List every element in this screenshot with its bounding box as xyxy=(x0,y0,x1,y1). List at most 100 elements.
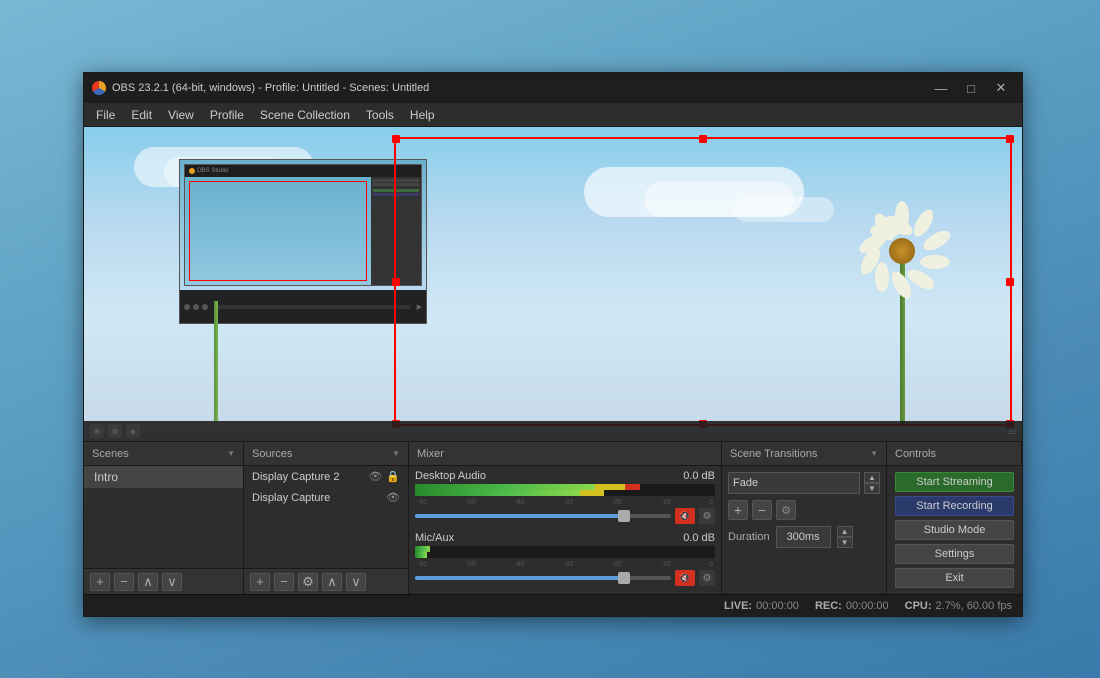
source-lock-icon-1[interactable]: 🔒 xyxy=(386,470,400,483)
mixer-mic-slider[interactable] xyxy=(415,576,671,580)
mixer-desktop-name: Desktop Audio xyxy=(415,470,486,482)
sources-label: Sources xyxy=(252,448,292,460)
mixer-desktop-settings-button[interactable]: ⚙ xyxy=(699,508,715,524)
settings-button[interactable]: Settings xyxy=(895,544,1014,564)
small-preview-window: OBS Studio xyxy=(179,159,427,324)
scenes-up-button[interactable]: ∧ xyxy=(138,573,158,591)
window-title: OBS 23.2.1 (64-bit, windows) - Profile: … xyxy=(112,82,928,94)
menu-scene-collection[interactable]: Scene Collection xyxy=(252,106,358,124)
sources-add-button[interactable]: + xyxy=(250,573,270,591)
title-bar: OBS 23.2.1 (64-bit, windows) - Profile: … xyxy=(84,73,1022,103)
minimize-button[interactable]: — xyxy=(928,78,954,98)
exit-button[interactable]: Exit xyxy=(895,568,1014,588)
start-streaming-button[interactable]: Start Streaming xyxy=(895,472,1014,492)
preview-tool-3[interactable]: ◈ xyxy=(126,424,140,438)
duration-spin-up[interactable]: ▲ xyxy=(837,526,853,537)
preview-size-indicator: ⚏ xyxy=(1009,427,1016,436)
menu-file[interactable]: File xyxy=(88,106,123,124)
mixer-mic-slider-thumb[interactable] xyxy=(618,572,630,584)
source-name-2: Display Capture xyxy=(252,492,330,504)
transition-add-button[interactable]: + xyxy=(728,500,748,520)
source-item-display-capture[interactable]: Display Capture 👁 xyxy=(244,487,408,508)
transitions-panel-header: Scene Transitions ▼ xyxy=(722,442,887,465)
mixer-channel-mic: Mic/Aux 0.0 dB -60-50-40 -30-20-10 0 xyxy=(415,532,715,590)
mixer-desktop-mute-button[interactable]: 🔇 xyxy=(675,508,695,524)
menu-view[interactable]: View xyxy=(160,106,202,124)
mixer-panel-header: Mixer xyxy=(409,442,722,465)
mixer-mic-controls: 🔇 ⚙ xyxy=(415,570,715,586)
studio-mode-button[interactable]: Studio Mode xyxy=(895,520,1014,540)
scenes-panel: Intro + − ∧ ∨ xyxy=(84,466,244,594)
sources-remove-button[interactable]: − xyxy=(274,573,294,591)
source-name-1: Display Capture 2 xyxy=(252,471,339,483)
transition-spin-down[interactable]: ▼ xyxy=(864,483,880,494)
mixer-mic-meter-green-bottom xyxy=(415,552,427,558)
live-label: LIVE: xyxy=(724,600,752,612)
scenes-remove-button[interactable]: − xyxy=(114,573,134,591)
transition-settings-button[interactable]: ⚙ xyxy=(776,500,796,520)
source-item-display-capture-2[interactable]: Display Capture 2 👁 🔒 xyxy=(244,466,408,487)
duration-input[interactable] xyxy=(776,526,831,548)
transition-spin-up[interactable]: ▲ xyxy=(864,472,880,483)
mixer-channel-mic-header: Mic/Aux 0.0 dB xyxy=(415,532,715,544)
sources-toolbar: + − ⚙ ∧ ∨ xyxy=(244,568,408,594)
close-button[interactable]: ✕ xyxy=(988,78,1014,98)
mixer-desktop-slider-fill xyxy=(415,514,620,518)
window-controls: — □ ✕ xyxy=(928,78,1014,98)
scenes-panel-header: Scenes ▼ xyxy=(84,442,244,465)
mixer-mic-meters xyxy=(415,546,715,558)
duration-spin-down[interactable]: ▼ xyxy=(837,537,853,548)
duration-row: Duration ▲ ▼ xyxy=(728,526,880,548)
transition-remove-button[interactable]: − xyxy=(752,500,772,520)
preview-tool-1[interactable]: ⊕ xyxy=(90,424,104,438)
controls-panel-header: Controls xyxy=(887,442,1022,465)
transitions-panel: Fade Cut Swipe Slide Stinger ▲ ▼ + − ⚙ xyxy=(722,466,887,594)
mixer-mic-settings-button[interactable]: ⚙ xyxy=(699,570,715,586)
scenes-down-button[interactable]: ∨ xyxy=(162,573,182,591)
rec-label: REC: xyxy=(815,600,842,612)
preview-toolbar: ⊕ ⊗ ◈ ⚏ xyxy=(84,421,1022,441)
menu-edit[interactable]: Edit xyxy=(123,106,160,124)
scene-item-intro[interactable]: Intro xyxy=(84,466,243,488)
transition-select[interactable]: Fade Cut Swipe Slide Stinger xyxy=(728,472,860,494)
mixer-mic-db: 0.0 dB xyxy=(683,532,715,544)
scenes-header-arrow: ▼ xyxy=(227,449,235,458)
mixer-desktop-meter-yellow-bottom xyxy=(580,490,604,496)
source-icons-2: 👁 xyxy=(386,491,400,504)
sources-up-button[interactable]: ∧ xyxy=(322,573,342,591)
mixer-desktop-meter-green-bottom xyxy=(415,490,580,496)
bottom-panel: Scenes ▼ Sources ▼ Mixer Scene Transitio… xyxy=(84,441,1022,616)
small-preview-content: OBS Studio xyxy=(180,160,426,290)
source-eye-icon-2[interactable]: 👁 xyxy=(386,491,400,504)
mixer-desktop-meters xyxy=(415,484,715,496)
transition-select-row: Fade Cut Swipe Slide Stinger ▲ ▼ xyxy=(728,472,880,494)
scenes-add-button[interactable]: + xyxy=(90,573,110,591)
mixer-mic-mute-button[interactable]: 🔇 xyxy=(675,570,695,586)
controls-panel: Start Streaming Start Recording Studio M… xyxy=(887,466,1022,594)
transition-spin: ▲ ▼ xyxy=(864,472,880,494)
transitions-label: Scene Transitions xyxy=(730,448,817,460)
source-eye-icon-1[interactable]: 👁 xyxy=(368,470,382,483)
sources-down-button[interactable]: ∨ xyxy=(346,573,366,591)
preview-tool-2[interactable]: ⊗ xyxy=(108,424,122,438)
mixer-channel-desktop: Desktop Audio 0.0 dB -60-50-40 -30-20-10… xyxy=(415,470,715,528)
start-recording-button[interactable]: Start Recording xyxy=(895,496,1014,516)
maximize-button[interactable]: □ xyxy=(958,78,984,98)
mixer-desktop-tick-labels: -60-50-40 -30-20-10 0 xyxy=(415,499,715,506)
mixer-desktop-slider[interactable] xyxy=(415,514,671,518)
transitions-header-arrow: ▼ xyxy=(870,449,878,458)
mixer-desktop-slider-thumb[interactable] xyxy=(618,510,630,522)
mixer-mic-slider-fill xyxy=(415,576,620,580)
panel-headers: Scenes ▼ Sources ▼ Mixer Scene Transitio… xyxy=(84,442,1022,466)
sources-header-arrow: ▼ xyxy=(392,449,400,458)
menu-help[interactable]: Help xyxy=(402,106,443,124)
scenes-label: Scenes xyxy=(92,448,129,460)
menu-tools[interactable]: Tools xyxy=(358,106,402,124)
menu-profile[interactable]: Profile xyxy=(202,106,252,124)
duration-label: Duration xyxy=(728,531,770,543)
mixer-desktop-controls: 🔇 ⚙ xyxy=(415,508,715,524)
sources-settings-button[interactable]: ⚙ xyxy=(298,573,318,591)
obs-logo-icon xyxy=(92,81,106,95)
live-time: 00:00:00 xyxy=(756,600,799,612)
mixer-channel-desktop-header: Desktop Audio 0.0 dB xyxy=(415,470,715,482)
